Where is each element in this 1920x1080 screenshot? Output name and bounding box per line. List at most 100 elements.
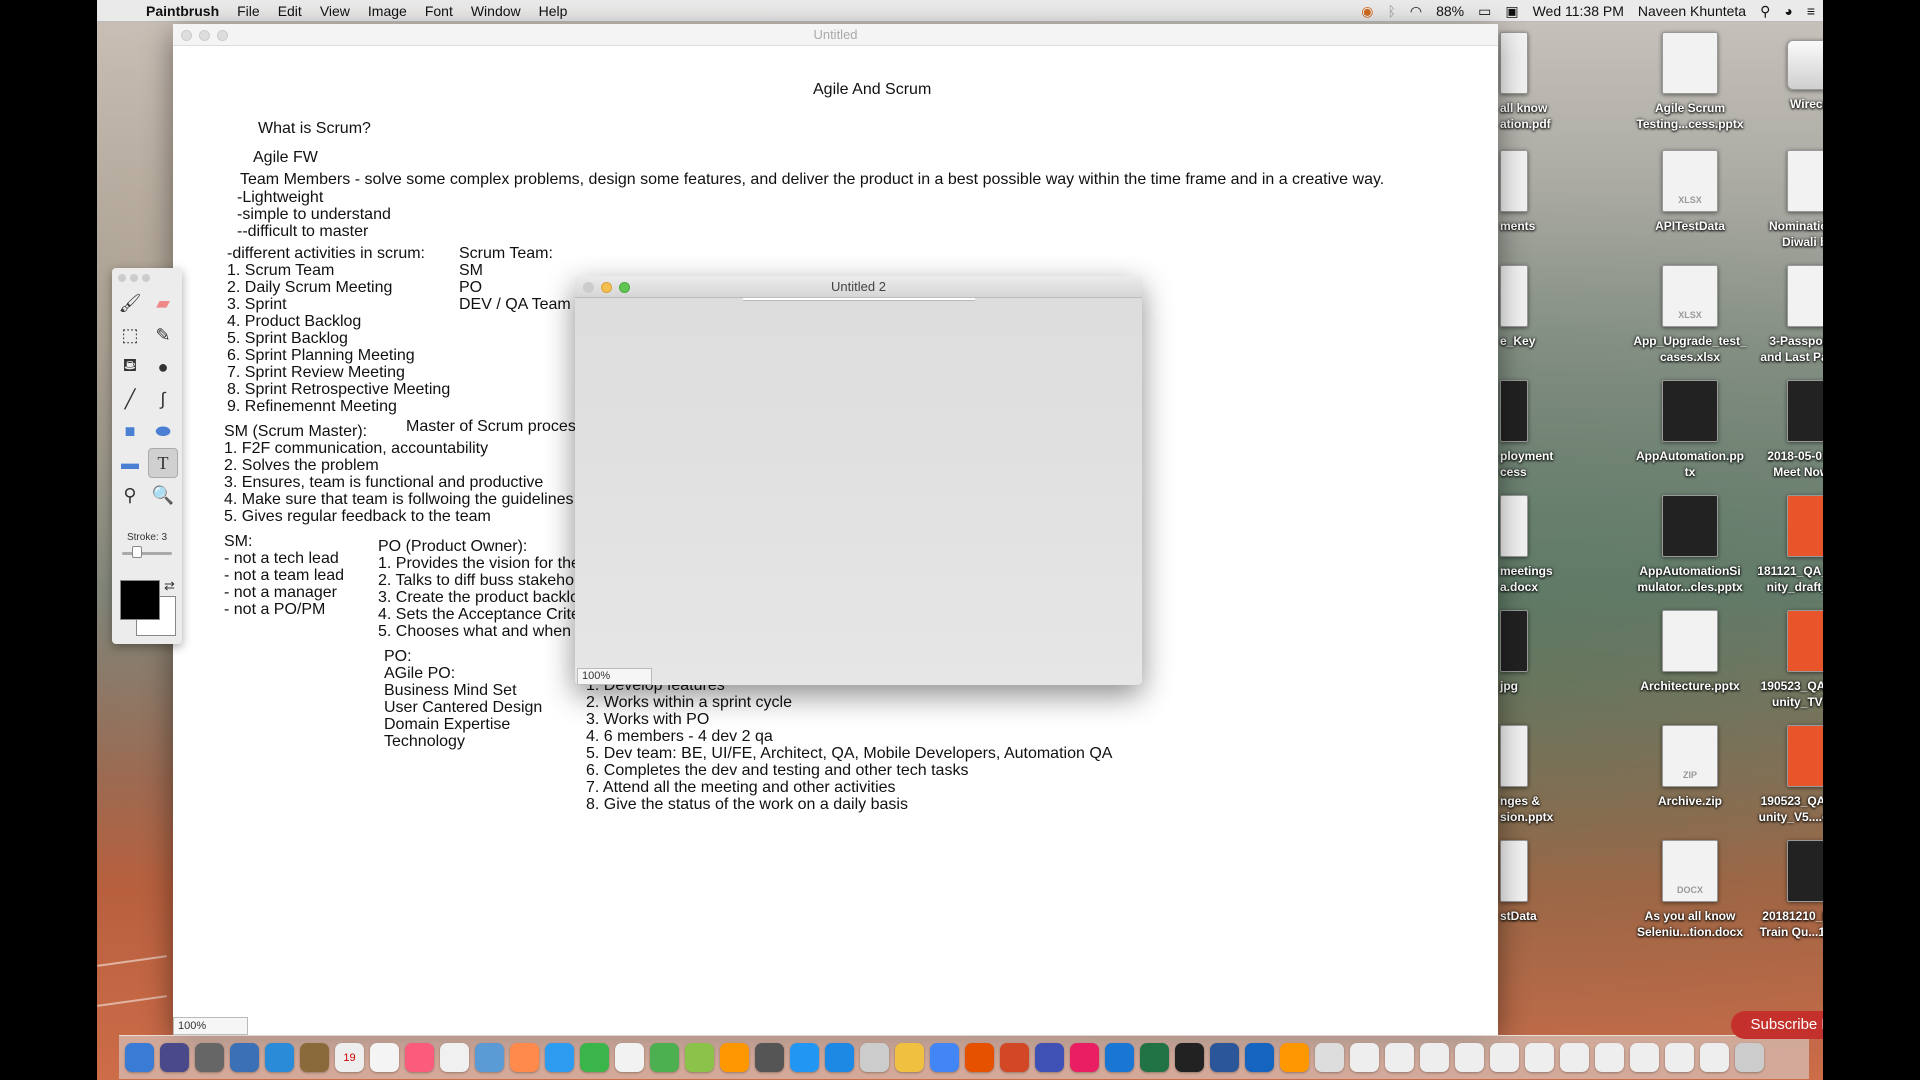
dock-app-icon[interactable]: [1070, 1043, 1099, 1072]
close-button[interactable]: [181, 30, 192, 41]
user-name[interactable]: Naveen Khunteta: [1638, 3, 1746, 19]
desktop-file-icon[interactable]: Agile Scrum Testing...cess.pptx: [1630, 32, 1750, 132]
desktop-file-icon[interactable]: 181121_QA_Commu nity_draft_2.pptx: [1755, 495, 1823, 595]
magic-wand-icon[interactable]: ✎: [148, 320, 178, 350]
dock-app-icon[interactable]: [475, 1043, 504, 1072]
magnifier-icon[interactable]: 🔍: [148, 480, 178, 510]
window2-minimize-button[interactable]: [601, 282, 612, 293]
dock-app-icon[interactable]: [1000, 1043, 1029, 1072]
desktop-file-icon[interactable]: 3-Passport First and Last Pages.jpg: [1755, 265, 1823, 365]
desktop-file-icon[interactable]: XLSX APITestData: [1630, 150, 1750, 234]
dock-app-icon[interactable]: [790, 1043, 819, 1072]
brush-icon[interactable]: 🖌: [115, 288, 145, 318]
desktop-file-icon[interactable]: ployment cess: [1500, 380, 1570, 480]
desktop-file-icon[interactable]: ments: [1500, 150, 1570, 234]
desktop-file-icon[interactable]: Nominations for Diwali bash: [1755, 150, 1823, 250]
dock-app-icon[interactable]: [1525, 1043, 1554, 1072]
palette-close-button[interactable]: [118, 274, 126, 282]
dock-app-icon[interactable]: [1630, 1043, 1659, 1072]
dock-app-icon[interactable]: [1280, 1043, 1309, 1072]
dock-app-icon[interactable]: [1140, 1043, 1169, 1072]
dock-app-icon[interactable]: [1665, 1043, 1694, 1072]
battery-icon[interactable]: ▭: [1478, 3, 1491, 20]
rounded-rect-icon[interactable]: ▬: [115, 448, 145, 478]
window2-canvas[interactable]: [743, 298, 975, 301]
dock-app-icon[interactable]: [1350, 1043, 1379, 1072]
menu-window[interactable]: Window: [462, 3, 530, 19]
desktop-file-icon[interactable]: e_Key: [1500, 265, 1570, 349]
window2-zoom-select[interactable]: 100%: [577, 668, 652, 685]
dock-app-icon[interactable]: [1175, 1043, 1204, 1072]
menu-edit[interactable]: Edit: [269, 3, 311, 19]
dock-app-icon[interactable]: [1595, 1043, 1624, 1072]
spotlight-icon[interactable]: ⚲: [1760, 3, 1770, 20]
fill-bucket-icon[interactable]: ⛾: [115, 352, 145, 382]
dock-app-icon[interactable]: [1490, 1043, 1519, 1072]
dock-app-icon[interactable]: [1105, 1043, 1134, 1072]
desktop-file-icon[interactable]: all know ation.pdf: [1500, 32, 1570, 132]
dock-app-icon[interactable]: [965, 1043, 994, 1072]
menu-image[interactable]: Image: [359, 3, 416, 19]
menu-app-name[interactable]: Paintbrush: [137, 3, 228, 19]
dock-app-icon[interactable]: [405, 1043, 434, 1072]
dock-app-icon[interactable]: [930, 1043, 959, 1072]
battery-percent[interactable]: 88%: [1436, 3, 1464, 19]
dock-app-icon[interactable]: [580, 1043, 609, 1072]
clock[interactable]: Wed 11:38 PM: [1533, 3, 1624, 19]
dock-app-icon[interactable]: [755, 1043, 784, 1072]
dock-app-icon[interactable]: [650, 1043, 679, 1072]
desktop-file-icon[interactable]: 20181210_Release Train Qu...1.15.pptx: [1755, 840, 1823, 940]
dock-app-icon[interactable]: [510, 1043, 539, 1072]
line-icon[interactable]: ╱: [115, 384, 145, 414]
zoom-select[interactable]: 100%: [173, 1017, 248, 1035]
dock-app-icon[interactable]: [1560, 1043, 1589, 1072]
desktop-file-icon[interactable]: nges & sion.pptx: [1500, 725, 1570, 825]
window2-zoom-button[interactable]: [619, 282, 630, 293]
dock-app-icon[interactable]: [1035, 1043, 1064, 1072]
swap-colors-icon[interactable]: ⇄: [164, 578, 175, 594]
dock-app-icon[interactable]: [895, 1043, 924, 1072]
desktop-file-icon[interactable]: meetings a.docx: [1500, 495, 1570, 595]
ellipse-icon[interactable]: ⬬: [148, 416, 178, 446]
siri-icon[interactable]: ◕: [1784, 3, 1792, 19]
window2-titlebar[interactable]: Untitled 2: [575, 276, 1142, 298]
rect-select-icon[interactable]: ⬚: [115, 320, 145, 350]
dock-app-icon[interactable]: [1385, 1043, 1414, 1072]
dock-app-icon[interactable]: [125, 1043, 154, 1072]
notification-center-icon[interactable]: ≡: [1807, 3, 1815, 19]
foreground-color-swatch[interactable]: [120, 580, 160, 620]
palette-minimize-button[interactable]: [130, 274, 138, 282]
wifi-icon[interactable]: ◠: [1410, 3, 1422, 20]
dock-app-icon[interactable]: [1245, 1043, 1274, 1072]
palette-zoom-button[interactable]: [142, 274, 150, 282]
desktop-file-icon[interactable]: stData: [1500, 840, 1570, 924]
dock-app-icon[interactable]: [300, 1043, 329, 1072]
stroke-slider[interactable]: [122, 552, 172, 555]
dock-app-icon[interactable]: [860, 1043, 889, 1072]
desktop-file-icon[interactable]: ZIP Archive.zip: [1630, 725, 1750, 809]
desktop-file-icon[interactable]: jpg: [1500, 610, 1570, 694]
menu-view[interactable]: View: [311, 3, 359, 19]
desktop-file-icon[interactable]: Wirecast: [1755, 32, 1823, 112]
stroke-slider-knob[interactable]: [132, 546, 142, 558]
curve-icon[interactable]: ∫: [148, 384, 178, 414]
desktop-file-icon[interactable]: Architecture.pptx: [1630, 610, 1750, 694]
eraser-icon[interactable]: ▰: [148, 288, 178, 318]
status-app-icon[interactable]: ◉: [1361, 3, 1373, 20]
subscribe-button[interactable]: Subscribe Now: [1731, 1011, 1823, 1039]
dock-app-icon[interactable]: [1420, 1043, 1449, 1072]
dock-app-icon[interactable]: [685, 1043, 714, 1072]
main-window-titlebar[interactable]: Untitled: [173, 24, 1498, 46]
dock-app-icon[interactable]: [1700, 1043, 1729, 1072]
text-tool-icon[interactable]: T: [148, 448, 178, 478]
dock-app-icon[interactable]: [1210, 1043, 1239, 1072]
dock-app-icon[interactable]: [370, 1043, 399, 1072]
dock-app-icon[interactable]: [230, 1043, 259, 1072]
zoom-button[interactable]: [217, 30, 228, 41]
desktop-file-icon[interactable]: AppAutomation.pp tx: [1630, 380, 1750, 480]
desktop-file-icon[interactable]: 2018-05-01 08-28 Meet Now.mp4: [1755, 380, 1823, 480]
dock-app-icon[interactable]: [1315, 1043, 1344, 1072]
desktop-file-icon[interactable]: 190523_QA_Comm unity_TV1.pptx: [1755, 610, 1823, 710]
dock-app-icon[interactable]: [545, 1043, 574, 1072]
dock-app-icon[interactable]: [825, 1043, 854, 1072]
